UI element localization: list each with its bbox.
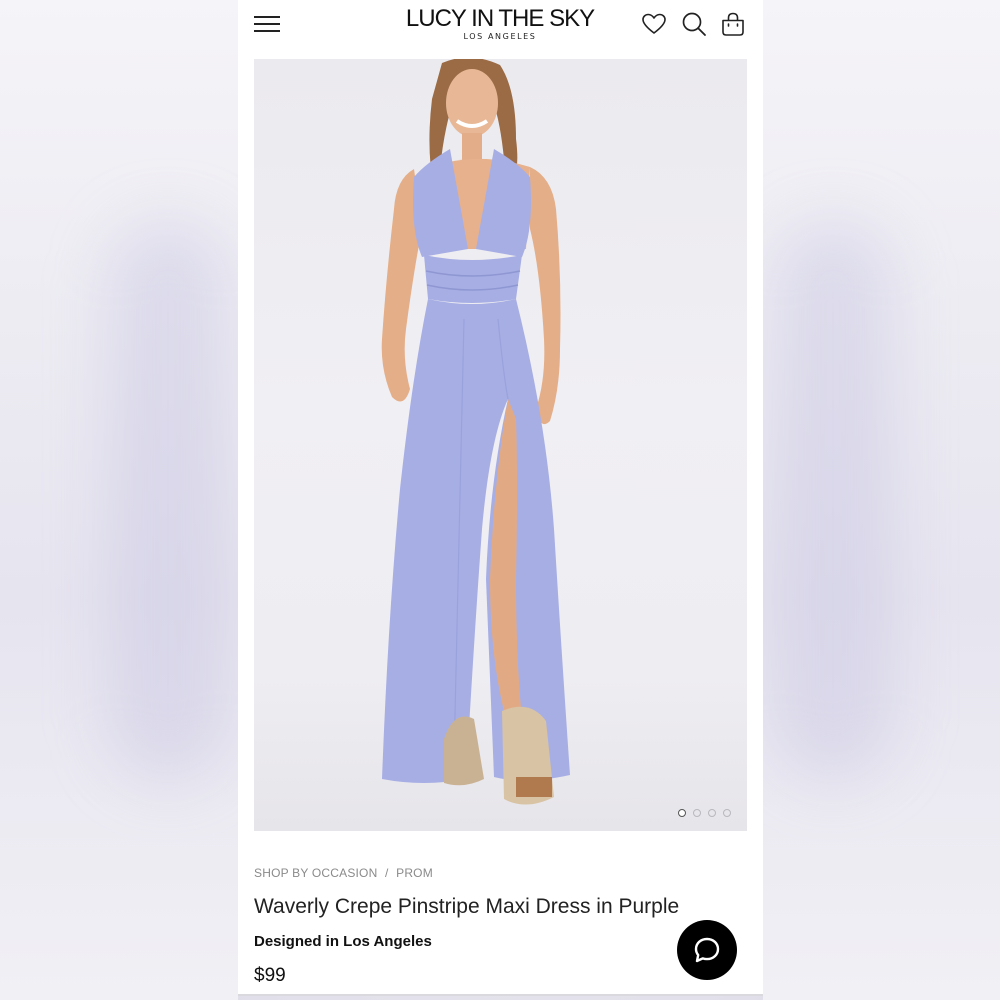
- breadcrumb-separator: /: [385, 866, 389, 880]
- product-image[interactable]: [254, 59, 747, 831]
- search-icon[interactable]: [680, 10, 708, 38]
- bag-icon[interactable]: [719, 10, 747, 38]
- carousel-dot-1[interactable]: [678, 809, 686, 817]
- heart-icon[interactable]: [640, 10, 668, 38]
- product-page: LUCY IN THE SKY LOS ANGELES SHOP BY OCCA…: [238, 0, 763, 996]
- breadcrumb-item-shop-by-occasion[interactable]: SHOP BY OCCASION: [254, 866, 377, 880]
- model-illustration: [381, 59, 570, 805]
- product-title: Waverly Crepe Pinstripe Maxi Dress in Pu…: [254, 895, 680, 918]
- breadcrumb: SHOP BY OCCASION / PROM: [254, 866, 433, 880]
- product-price: $99: [254, 965, 286, 986]
- background-blur-right: [763, 0, 1000, 1000]
- logo-sub-text: LOS ANGELES: [463, 32, 537, 41]
- chat-bubble-icon: [694, 937, 720, 963]
- logo-main-text: LUCY IN THE SKY: [405, 5, 595, 32]
- site-header: LUCY IN THE SKY LOS ANGELES: [238, 0, 763, 56]
- background-blur-left: [0, 0, 238, 1000]
- carousel-dot-4[interactable]: [723, 809, 731, 817]
- brand-logo[interactable]: LUCY IN THE SKY LOS ANGELES: [398, 5, 602, 41]
- chat-button[interactable]: [677, 920, 737, 980]
- breadcrumb-item-prom[interactable]: PROM: [396, 866, 433, 880]
- hamburger-menu-icon[interactable]: [254, 15, 280, 33]
- carousel-dot-3[interactable]: [708, 809, 716, 817]
- designed-in-label: Designed in Los Angeles: [254, 933, 432, 950]
- bottom-divider: [238, 994, 763, 996]
- carousel-dot-2[interactable]: [693, 809, 701, 817]
